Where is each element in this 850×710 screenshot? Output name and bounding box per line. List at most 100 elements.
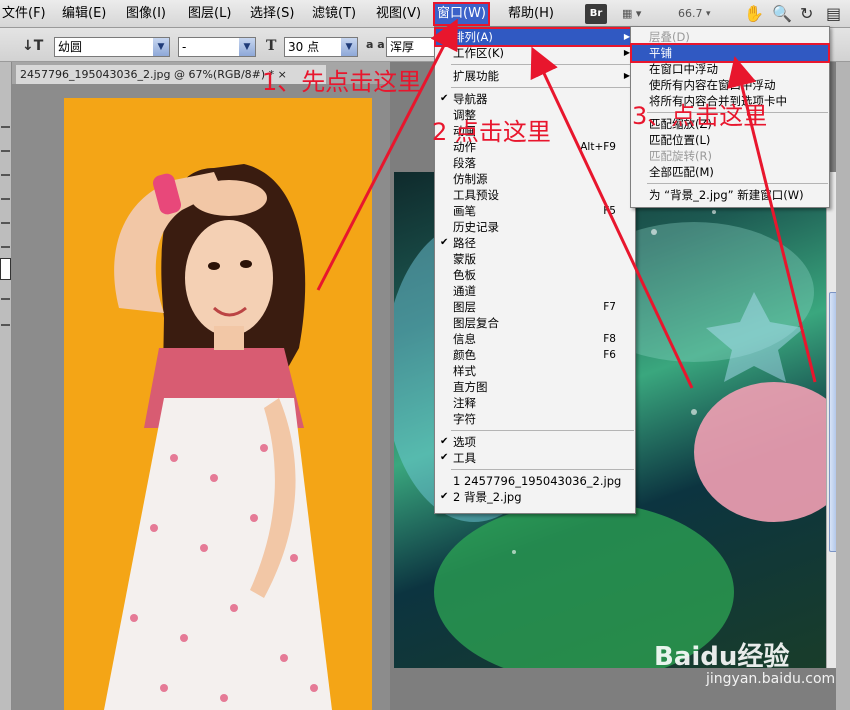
window-menu-item-label: 图层	[453, 300, 476, 314]
window-menu-dropdown: 排列(A) ▶ 工作区(K) ▶ 扩展功能 ▶ ✔ 导航器调整 动画 动作 Alt+F9 段落 仿制源工…	[434, 26, 636, 514]
window-menu-item[interactable]: 样式	[436, 363, 634, 379]
hand-tool-icon[interactable]: ✋	[744, 3, 764, 25]
window-menu-item[interactable]: 扩展功能 ▶	[436, 68, 634, 84]
window-menu-item-label: 调整	[453, 108, 476, 122]
tool-mark[interactable]	[1, 298, 10, 300]
menu-item-6[interactable]: 视图(V)	[374, 4, 423, 24]
menu-separator	[451, 430, 634, 431]
window-menu-item-label: 仿制源	[453, 172, 488, 186]
baidu-watermark-logo: Baidu经验	[654, 642, 790, 672]
window-menu-item[interactable]: 工作区(K) ▶	[436, 45, 634, 61]
arrange-submenu-item[interactable]: 使所有内容在窗口中浮动	[632, 77, 828, 93]
screen-mode-icon[interactable]: ▦ ▾	[622, 3, 641, 25]
baidu-watermark-url: jingyan.baidu.com	[706, 671, 836, 687]
zoom-dropdown-arrow[interactable]: ▾	[706, 3, 711, 25]
text-orientation-icon[interactable]: ↓T	[22, 38, 43, 54]
window-menu-item[interactable]: 通道	[436, 283, 634, 299]
menu-item-4[interactable]: 选择(S)	[248, 4, 296, 24]
portrait-illustration	[104, 164, 332, 710]
tool-mark[interactable]	[1, 174, 10, 176]
window-menu-item-label: 信息	[453, 332, 476, 346]
document-tab[interactable]: 2457796_195043036_2.jpg @ 67%(RGB/8#) * …	[16, 65, 326, 84]
window-menu-item-label: 直方图	[453, 380, 488, 394]
window-menu-item[interactable]: 排列(A) ▶	[434, 27, 636, 47]
checkmark-icon: ✔	[440, 93, 449, 104]
font-style-value: -	[182, 40, 187, 54]
arrange-submenu-item[interactable]: 匹配缩放(Z)	[632, 116, 828, 132]
window-menu-item[interactable]: 调整	[436, 107, 634, 123]
tool-mark[interactable]	[1, 150, 10, 152]
shortcut-label: F8	[603, 333, 616, 345]
window-menu-item-label: 扩展功能	[453, 69, 499, 83]
menu-item-2[interactable]: 图像(I)	[124, 4, 168, 24]
menu-item-8[interactable]: 帮助(H)	[506, 4, 556, 24]
window-menu-item[interactable]: 动作 Alt+F9	[436, 139, 634, 155]
window-menu-item[interactable]: ✔ 2 背景_2.jpg	[436, 489, 634, 505]
window-menu-item[interactable]: 动画	[436, 123, 634, 139]
tool-mark[interactable]	[1, 126, 10, 128]
window-menu-item[interactable]: 颜色 F6	[436, 347, 634, 363]
menu-item-3[interactable]: 图层(L)	[186, 4, 233, 24]
document-tab-bar: 2457796_195043036_2.jpg @ 67%(RGB/8#) * …	[12, 62, 390, 84]
anti-alias-value: 浑厚	[390, 40, 415, 54]
tool-mark[interactable]	[1, 198, 10, 200]
window-menu-item[interactable]: 字符	[436, 411, 634, 427]
tool-mark[interactable]	[1, 324, 10, 326]
arrange-submenu-item[interactable]: 为 “背景_2.jpg” 新建窗口(W)	[632, 187, 828, 203]
menu-separator	[451, 87, 634, 88]
window-menu-item[interactable]: 画笔 F5	[436, 203, 634, 219]
window-menu-item-label: 蒙版	[453, 252, 476, 266]
active-tool-slot[interactable]	[0, 258, 11, 280]
font-size-select[interactable]: 30 点 ▼	[284, 37, 358, 57]
window-menu-item-label: 选项	[453, 435, 476, 449]
window-menu-item[interactable]: 仿制源	[436, 171, 634, 187]
window-menu-item[interactable]: 工具预设	[436, 187, 634, 203]
menu-item-7[interactable]: 窗口(W)	[433, 2, 490, 26]
anti-alias-select[interactable]: 浑厚	[386, 37, 436, 57]
window-menu-item[interactable]: ✔ 导航器	[436, 91, 634, 107]
panel-dock-strip	[836, 62, 850, 710]
menu-item-1[interactable]: 编辑(E)	[60, 4, 108, 24]
window-menu-item[interactable]: 蒙版	[436, 251, 634, 267]
arrange-submenu-item[interactable]: 平铺	[630, 43, 830, 63]
arrange-submenu-item[interactable]: 全部匹配(M)	[632, 164, 828, 180]
arrange-submenu-item[interactable]: 在窗口中浮动	[632, 61, 828, 77]
arrange-submenu-item[interactable]: 将所有内容合并到选项卡中	[632, 93, 828, 109]
tool-mark[interactable]	[1, 246, 10, 248]
window-menu-item-label: 样式	[453, 364, 476, 378]
canvas-photo-portrait[interactable]	[64, 98, 372, 710]
window-menu-item[interactable]: ✔ 工具	[436, 450, 634, 466]
window-menu-item[interactable]: 注释	[436, 395, 634, 411]
rotate-view-icon[interactable]: ↻	[800, 3, 813, 25]
checkmark-icon: ✔	[440, 452, 449, 463]
window-menu-item[interactable]: 段落	[436, 155, 634, 171]
window-menu-item-label: 导航器	[453, 92, 488, 106]
arrange-documents-icon[interactable]: ▤	[826, 3, 841, 25]
window-menu-item-label: 历史记录	[453, 220, 499, 234]
window-menu-item[interactable]: 信息 F8	[436, 331, 634, 347]
window-menu-item[interactable]: 图层复合	[436, 315, 634, 331]
window-menu-item-label: 字符	[453, 412, 476, 426]
shortcut-label: Alt+F9	[580, 141, 616, 153]
window-menu-item[interactable]: 图层 F7	[436, 299, 634, 315]
bridge-button[interactable]: Br	[585, 4, 607, 24]
zoom-tool-icon[interactable]: 🔍	[772, 3, 792, 25]
font-style-select[interactable]: - ▼	[178, 37, 256, 57]
window-menu-item[interactable]: 1 2457796_195043036_2.jpg	[436, 473, 634, 489]
window-menu-item-label: 路径	[453, 236, 476, 250]
window-menu-item[interactable]: 色板	[436, 267, 634, 283]
arrange-submenu-item[interactable]: 匹配位置(L)	[632, 132, 828, 148]
window-menu-item-label: 工具预设	[453, 188, 499, 202]
window-menu-item[interactable]: 历史记录	[436, 219, 634, 235]
window-menu-item[interactable]: ✔ 路径	[436, 235, 634, 251]
menu-item-5[interactable]: 滤镜(T)	[310, 4, 358, 24]
menu-item-0[interactable]: 文件(F)	[0, 4, 48, 24]
chevron-down-icon: ▼	[153, 38, 169, 56]
window-menu-item[interactable]: ✔ 选项	[436, 434, 634, 450]
window-menu-item[interactable]: 直方图	[436, 379, 634, 395]
font-family-select[interactable]: 幼圆 ▼	[54, 37, 170, 57]
zoom-level[interactable]: 66.7	[678, 3, 703, 25]
window-menu-item-label: 工具	[453, 451, 476, 465]
tool-mark[interactable]	[1, 222, 10, 224]
window-menu-item-label: 2 背景_2.jpg	[453, 490, 522, 504]
